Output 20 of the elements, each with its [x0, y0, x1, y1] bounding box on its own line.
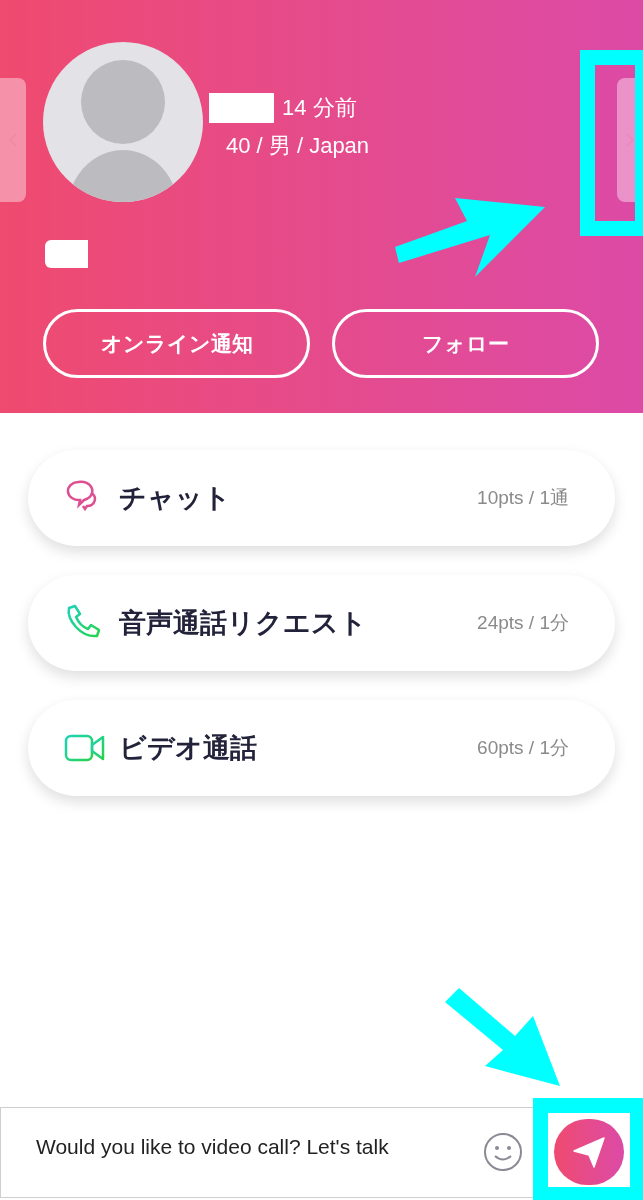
service-label: ビデオ通話 — [119, 731, 257, 765]
service-price: 10pts / 1通 — [477, 485, 569, 510]
profile-details: 40 / 男 / Japan — [226, 132, 370, 160]
service-card[interactable]: チャット 10pts / 1通 — [28, 450, 615, 546]
chevron-right-icon — [626, 133, 634, 147]
service-price: 24pts / 1分 — [477, 610, 569, 635]
avatar-icon — [43, 42, 203, 202]
service-card[interactable]: 音声通話リクエスト 24pts / 1分 — [28, 575, 615, 671]
service-label: チャット — [119, 481, 231, 515]
redaction-box — [45, 240, 88, 268]
paper-plane-icon — [572, 1135, 606, 1169]
message-input[interactable]: Would you like to video call? Let's talk — [36, 1133, 456, 1161]
smiley-icon[interactable] — [483, 1132, 523, 1172]
service-card[interactable]: ビデオ通話 60pts / 1分 — [28, 700, 615, 796]
service-price: 60pts / 1分 — [477, 735, 569, 760]
action-button[interactable]: フォロー — [332, 309, 599, 378]
redaction-box — [209, 93, 274, 123]
last-seen-text: 14 分前 — [282, 94, 357, 122]
action-button[interactable]: オンライン通知 — [43, 309, 310, 378]
service-label: 音声通話リクエスト — [119, 606, 367, 640]
